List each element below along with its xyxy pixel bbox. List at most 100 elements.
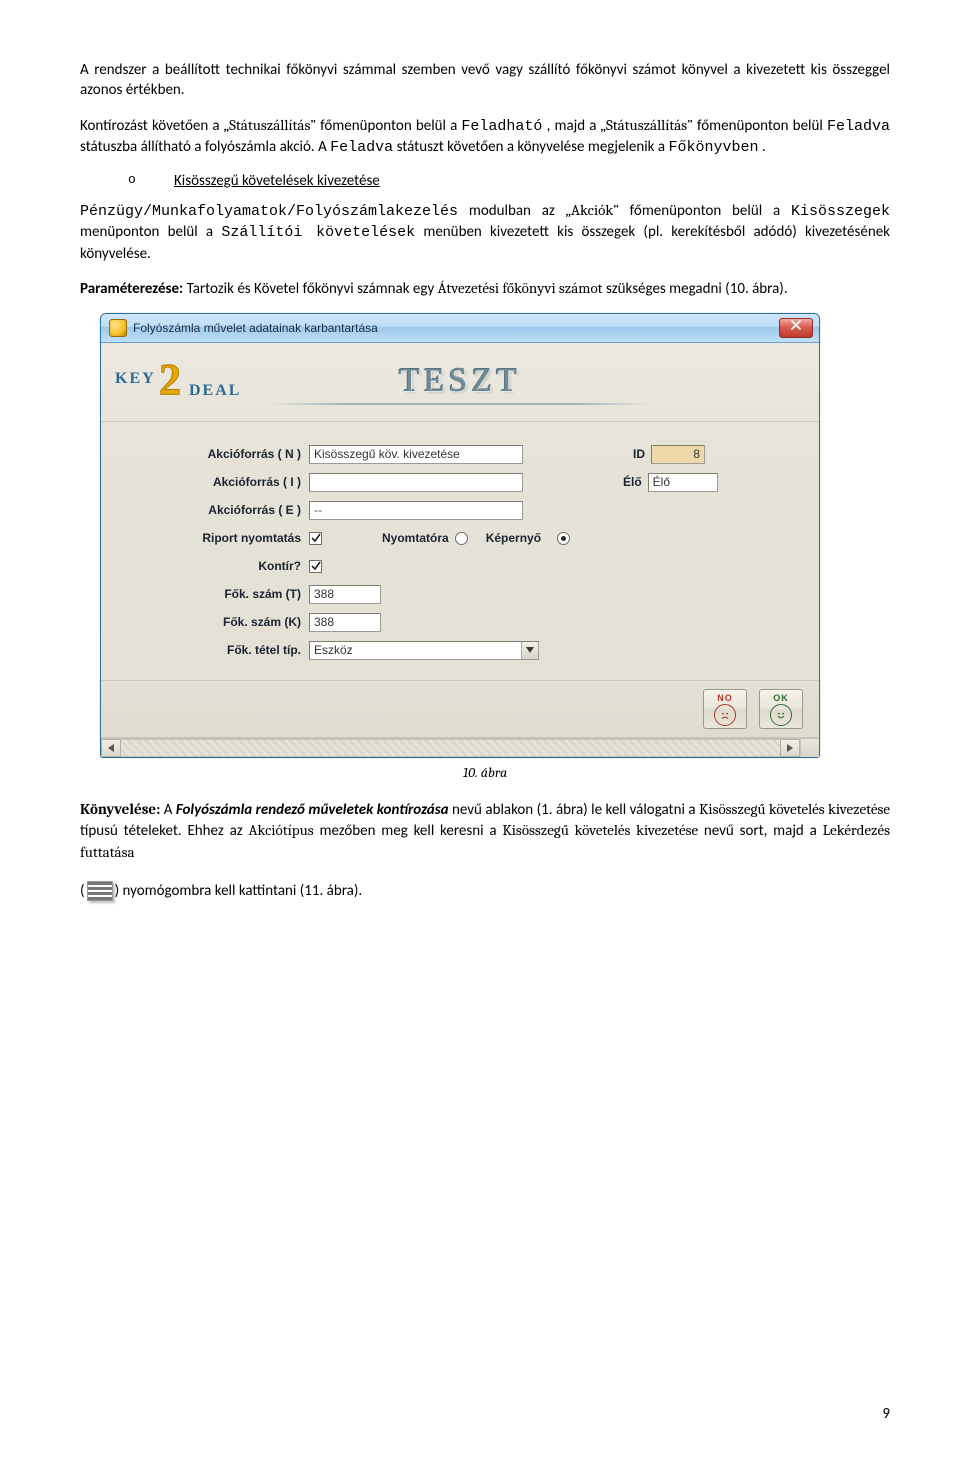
text: . [762,138,766,156]
text: Akciótípus [248,821,313,839]
paragraph-4: Paraméterezése: Tartozik és Követel főkö… [80,278,890,299]
text: nevű sort, majd a [704,822,823,840]
text: Feladható [461,118,542,135]
radio-dot-icon [561,536,566,541]
radio-nyomtatora[interactable] [455,532,468,545]
logo-text-key: KEY [115,370,156,388]
chevron-right-icon [787,744,793,752]
text: Kisösszegű követelés kivezetése [699,800,890,818]
label-akcioforras-i: Akcióforrás ( I ) [125,475,309,489]
text: A [164,801,176,819]
dialog-titlebar[interactable]: Folyószámla művelet adatainak karbantart… [101,314,819,343]
row-akcioforras-i: Akcióforrás ( I ) Élő Élő [125,468,795,496]
paragraph-1: A rendszer a beállított technikai főköny… [80,60,890,101]
check-icon [311,533,321,543]
dialog-footer: NO OK [101,681,819,738]
scroll-left-button[interactable] [101,739,121,757]
key2deal-logo: KEY 2 DEAL [115,356,265,408]
checkbox-riport[interactable] [309,532,322,545]
label-id: ID [523,447,651,461]
text: státuszt követően a könyvelése megjeleni… [397,138,669,156]
field-akcioforras-i[interactable] [309,473,523,492]
figure-caption-10: 10. ábra [80,764,890,781]
checkbox-kontir[interactable] [309,560,322,573]
text: Feladva [330,139,393,156]
paragraph-2: Kontírozást követően a „Státuszállítás” … [80,115,890,159]
combo-button[interactable] [521,642,538,659]
text: Szállítói követelések [221,224,415,241]
text: „Státuszállítás” [224,116,316,134]
scroll-right-button[interactable] [780,739,800,757]
figure-10: Folyószámla művelet adatainak karbantart… [100,313,890,758]
text: , majd a [547,117,601,135]
text: Kisösszegek [791,203,890,220]
paragraph-6: () nyomógombra kell kattintani (11. ábra… [80,881,890,901]
text: „Akciók” [566,201,619,219]
label-kepernyo: Képernyő [468,531,547,545]
label-nyomtatora: Nyomtatóra [322,531,455,545]
text: menüponton belül a [80,223,221,241]
text: Főkönyvben [668,139,758,156]
radio-kepernyo[interactable] [557,532,570,545]
text: Paraméterezése: [80,280,183,298]
label-akcioforras-e: Akcióforrás ( E ) [125,503,309,517]
text: Kisösszegű követelés kivezetése [502,821,698,839]
field-fok-t[interactable]: 388 [309,585,381,604]
dialog-banner: KEY 2 DEAL TESZT [101,343,819,422]
label-fok-tetel: Fők. tétel típ. [125,643,309,657]
text: szükséges megadni (10. ábra). [606,280,788,298]
paragraph-5: Könyvelése: A Folyószámla rendező művele… [80,799,890,863]
query-run-icon [87,881,113,901]
text: Kontírozást követően a [80,117,224,135]
sad-face-icon [714,704,736,726]
app-icon [109,319,127,337]
text: modulban az [469,202,566,220]
check-icon [311,561,321,571]
chevron-left-icon [108,744,114,752]
text: „Státuszállítás” [601,116,693,134]
scroll-track[interactable] [121,739,780,757]
label-fok-t: Fők. szám (T) [125,587,309,601]
happy-face-icon [770,704,792,726]
combo-value: Eszköz [310,642,521,659]
ok-button[interactable]: OK [759,689,803,729]
bullet-label: Kisösszegű követelések kivezetése [174,172,380,190]
row-akcioforras-e: Akcióforrás ( E ) -- [125,496,795,524]
combo-fok-tetel[interactable]: Eszköz [309,641,539,660]
text: Átvezetési főkönyvi számot [438,279,603,297]
row-fok-tetel: Fők. tétel típ. Eszköz [125,636,795,664]
bullet-marker: o [128,172,174,190]
field-fok-k[interactable]: 388 [309,613,381,632]
field-akcioforras-n[interactable]: Kisösszegű köv. kivezetése [309,445,523,464]
dialog-body: Akcióforrás ( N ) Kisösszegű köv. kiveze… [101,422,819,681]
text: Könyvelése: [80,800,160,818]
text: főmenüponton belül a [320,117,461,135]
scroll-corner [800,739,819,757]
paragraph-3: Pénzügy/Munkafolyamatok/Folyószámlakezel… [80,200,890,264]
close-button[interactable] [779,318,813,338]
no-button[interactable]: NO [703,689,747,729]
chevron-down-icon [526,647,534,653]
text: főmenüponton belül a [630,202,791,220]
no-button-label: NO [717,693,733,703]
field-id[interactable]: 8 [651,445,705,464]
text: nevű ablakon (1. ábra) le kell válogatni… [452,801,699,819]
dialog-window: Folyószámla művelet adatainak karbantart… [100,313,820,758]
field-akcioforras-e[interactable]: -- [309,501,523,520]
text: mezőben meg kell keresni a [319,822,502,840]
logo-text-2: 2 [159,354,181,405]
text: ) nyomógombra kell kattintani (11. ábra)… [115,882,363,900]
row-fok-t: Fők. szám (T) 388 [125,580,795,608]
label-akcioforras-n: Akcióforrás ( N ) [125,447,309,461]
row-fok-k: Fők. szám (K) 388 [125,608,795,636]
text: típusú tételeket. Ehhez az [80,822,248,840]
field-elo[interactable]: Élő [648,473,718,492]
logo-text-deal: DEAL [189,382,241,400]
row-kontir: Kontír? [125,552,795,580]
dialog-scrollbar[interactable] [101,738,819,757]
bullet-item: o Kisösszegű követelések kivezetése [128,172,890,190]
dialog-title: Folyószámla művelet adatainak karbantart… [133,321,779,335]
ok-button-label: OK [773,693,789,703]
banner-divider [270,403,650,405]
text: Folyószámla rendező műveletek kontírozás… [176,801,449,819]
